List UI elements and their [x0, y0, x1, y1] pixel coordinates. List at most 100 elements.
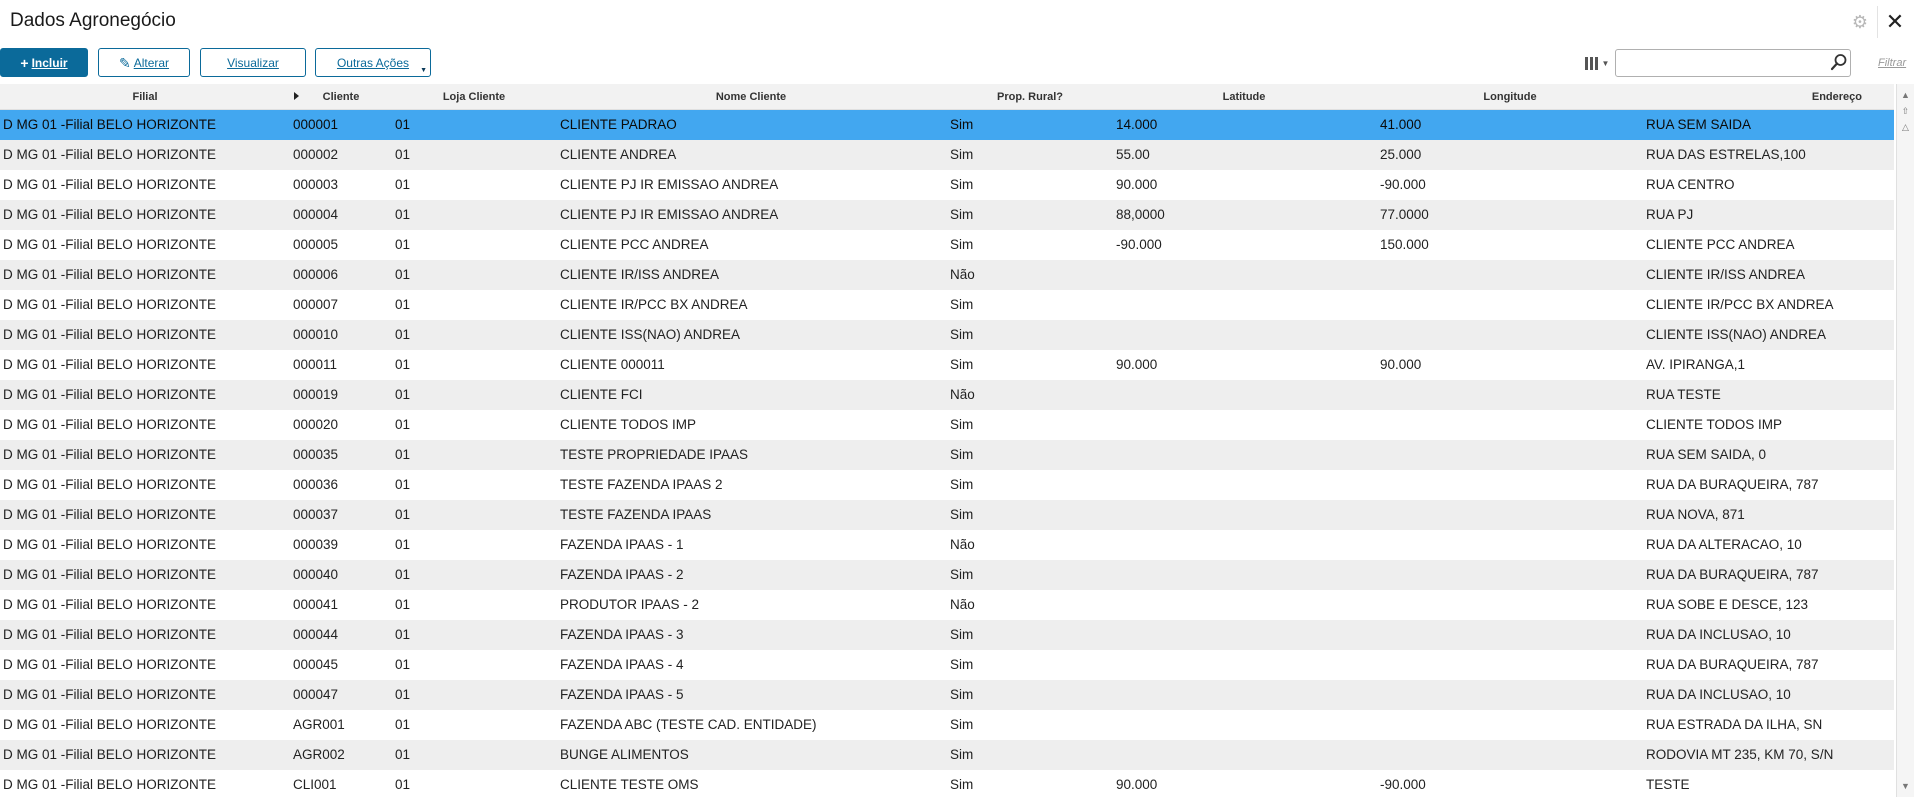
cell-cliente: 000019 — [293, 387, 339, 402]
cell-prop-rural: Sim — [950, 447, 974, 462]
cell-cliente: 000036 — [293, 477, 339, 492]
table-row[interactable]: D MG 01 -Filial BELO HORIZONTE 000005 01 CL… — [0, 230, 1894, 260]
alterar-button[interactable]: ✎ Alterar — [98, 48, 190, 77]
cell-filial: D MG 01 -Filial BELO HORIZONTE — [3, 537, 217, 552]
cell-longitude: -90.000 — [1380, 177, 1426, 192]
incluir-label: Incluir — [31, 55, 68, 70]
scroll-up-icon[interactable]: △ — [1899, 120, 1912, 134]
cell-cliente: 000035 — [293, 447, 339, 462]
cell-filial: D MG 01 -Filial BELO HORIZONTE — [3, 387, 217, 402]
cell-filial: D MG 01 -Filial BELO HORIZONTE — [3, 747, 217, 762]
vertical-scrollbar[interactable]: ▲ ⇧ △ ▼ — [1896, 84, 1914, 797]
table-row[interactable]: D MG 01 -Filial BELO HORIZONTE 000010 01 CL… — [0, 320, 1894, 350]
table-row[interactable]: D MG 01 -Filial BELO HORIZONTE 000003 01 CL… — [0, 170, 1894, 200]
search-icon[interactable] — [1830, 53, 1848, 71]
cell-longitude: -90.000 — [1380, 777, 1426, 792]
outras-acoes-button[interactable]: Outras Ações ▼ — [315, 48, 431, 77]
cell-endereco: RUA DA BURAQUEIRA, 787 — [1646, 657, 1819, 672]
plus-icon: + — [20, 54, 29, 71]
cell-nome-cliente: CLIENTE TODOS IMP — [560, 417, 697, 432]
table-row[interactable]: D MG 01 -Filial BELO HORIZONTE CLI001 01 CL… — [0, 770, 1894, 797]
cell-cliente: 000002 — [293, 147, 339, 162]
column-selector-button[interactable]: ▼ — [1578, 50, 1616, 76]
column-header-endereco[interactable]: Endereço — [1660, 84, 1894, 110]
cell-nome-cliente: FAZENDA IPAAS - 4 — [560, 657, 684, 672]
column-header-prop-rural[interactable]: Prop. Rural? — [946, 84, 1114, 110]
column-header-filial[interactable]: Filial — [0, 84, 290, 110]
cell-nome-cliente: CLIENTE IR/PCC BX ANDREA — [560, 297, 748, 312]
cell-endereco: TESTE — [1646, 777, 1690, 792]
table-row[interactable]: D MG 01 -Filial BELO HORIZONTE 000001 01 CL… — [0, 110, 1894, 140]
cell-cliente: 000039 — [293, 537, 339, 552]
cell-nome-cliente: CLIENTE IR/ISS ANDREA — [560, 267, 720, 282]
cell-longitude: 41.000 — [1380, 117, 1422, 132]
columns-icon — [1584, 56, 1598, 70]
cell-nome-cliente: FAZENDA IPAAS - 1 — [560, 537, 684, 552]
cell-cliente: 000007 — [293, 297, 339, 312]
table-row[interactable]: D MG 01 -Filial BELO HORIZONTE 000047 01 FA… — [0, 680, 1894, 710]
scroll-top-icon[interactable]: ▲ — [1899, 88, 1912, 102]
cell-prop-rural: Não — [950, 267, 975, 282]
cell-loja-cliente: 01 — [395, 117, 411, 132]
table-row[interactable]: D MG 01 -Filial BELO HORIZONTE AGR002 01 BU… — [0, 740, 1894, 770]
cell-cliente: 000045 — [293, 657, 339, 672]
cell-filial: D MG 01 -Filial BELO HORIZONTE — [3, 207, 217, 222]
table-row[interactable]: D MG 01 -Filial BELO HORIZONTE 000036 01 TE… — [0, 470, 1894, 500]
cell-prop-rural: Sim — [950, 717, 974, 732]
cell-cliente: 000041 — [293, 597, 339, 612]
cell-endereco: RUA TESTE — [1646, 387, 1721, 402]
table-row[interactable]: D MG 01 -Filial BELO HORIZONTE 000011 01 CL… — [0, 350, 1894, 380]
cell-loja-cliente: 01 — [395, 657, 411, 672]
visualizar-button[interactable]: Visualizar — [200, 48, 306, 77]
table-row[interactable]: D MG 01 -Filial BELO HORIZONTE 000002 01 CL… — [0, 140, 1894, 170]
cell-loja-cliente: 01 — [395, 477, 411, 492]
column-header-nome-cliente[interactable]: Nome Cliente — [556, 84, 946, 110]
cell-nome-cliente: CLIENTE FCI — [560, 387, 643, 402]
close-icon[interactable]: ✕ — [1884, 10, 1906, 34]
cell-prop-rural: Sim — [950, 327, 974, 342]
page-title: Dados Agronegócio — [10, 10, 176, 31]
cell-loja-cliente: 01 — [395, 747, 411, 762]
incluir-button[interactable]: + Incluir — [0, 48, 88, 77]
table-row[interactable]: D MG 01 -Filial BELO HORIZONTE 000045 01 FA… — [0, 650, 1894, 680]
column-header-cliente[interactable]: Cliente — [300, 84, 382, 110]
table-row[interactable]: D MG 01 -Filial BELO HORIZONTE 000040 01 FA… — [0, 560, 1894, 590]
gear-icon[interactable]: ⚙ — [1850, 12, 1870, 32]
cell-filial: D MG 01 -Filial BELO HORIZONTE — [3, 357, 217, 372]
cell-loja-cliente: 01 — [395, 687, 411, 702]
table-row[interactable]: D MG 01 -Filial BELO HORIZONTE 000006 01 CL… — [0, 260, 1894, 290]
cell-prop-rural: Sim — [950, 177, 974, 192]
column-header-loja-cliente[interactable]: Loja Cliente — [392, 84, 556, 110]
scroll-down-icon[interactable]: ▼ — [1899, 779, 1912, 793]
search-input[interactable] — [1615, 49, 1851, 77]
column-header-longitude[interactable]: Longitude — [1380, 84, 1640, 110]
table-row[interactable]: D MG 01 -Filial BELO HORIZONTE 000041 01 PR… — [0, 590, 1894, 620]
cell-filial: D MG 01 -Filial BELO HORIZONTE — [3, 477, 217, 492]
table-row[interactable]: D MG 01 -Filial BELO HORIZONTE 000035 01 TE… — [0, 440, 1894, 470]
table-row[interactable]: D MG 01 -Filial BELO HORIZONTE 000007 01 CL… — [0, 290, 1894, 320]
table-row[interactable]: D MG 01 -Filial BELO HORIZONTE 000037 01 TE… — [0, 500, 1894, 530]
column-header-latitude[interactable]: Latitude — [1114, 84, 1374, 110]
cell-cliente: AGR002 — [293, 747, 345, 762]
table-row[interactable]: D MG 01 -Filial BELO HORIZONTE 000039 01 FA… — [0, 530, 1894, 560]
cell-endereco: CLIENTE ISS(NAO) ANDREA — [1646, 327, 1827, 342]
table-row[interactable]: D MG 01 -Filial BELO HORIZONTE 000044 01 FA… — [0, 620, 1894, 650]
cell-endereco: RUA DA ALTERACAO, 10 — [1646, 537, 1802, 552]
cell-nome-cliente: FAZENDA IPAAS - 5 — [560, 687, 684, 702]
cell-endereco: RUA NOVA, 871 — [1646, 507, 1745, 522]
cell-longitude: 150.000 — [1380, 237, 1429, 252]
filtrar-link[interactable]: Filtrar — [1878, 57, 1906, 69]
cell-prop-rural: Não — [950, 537, 975, 552]
cell-prop-rural: Sim — [950, 147, 974, 162]
cell-loja-cliente: 01 — [395, 147, 411, 162]
cell-nome-cliente: CLIENTE ANDREA — [560, 147, 677, 162]
table-row[interactable]: D MG 01 -Filial BELO HORIZONTE 000020 01 CL… — [0, 410, 1894, 440]
cell-latitude: 90.000 — [1116, 777, 1158, 792]
cell-cliente: CLI001 — [293, 777, 337, 792]
table-row[interactable]: D MG 01 -Filial BELO HORIZONTE 000019 01 CL… — [0, 380, 1894, 410]
table-row[interactable]: D MG 01 -Filial BELO HORIZONTE 000004 01 CL… — [0, 200, 1894, 230]
table-row[interactable]: D MG 01 -Filial BELO HORIZONTE AGR001 01 FA… — [0, 710, 1894, 740]
scroll-page-up-icon[interactable]: ⇧ — [1899, 104, 1912, 118]
cell-prop-rural: Sim — [950, 657, 974, 672]
cell-loja-cliente: 01 — [395, 567, 411, 582]
